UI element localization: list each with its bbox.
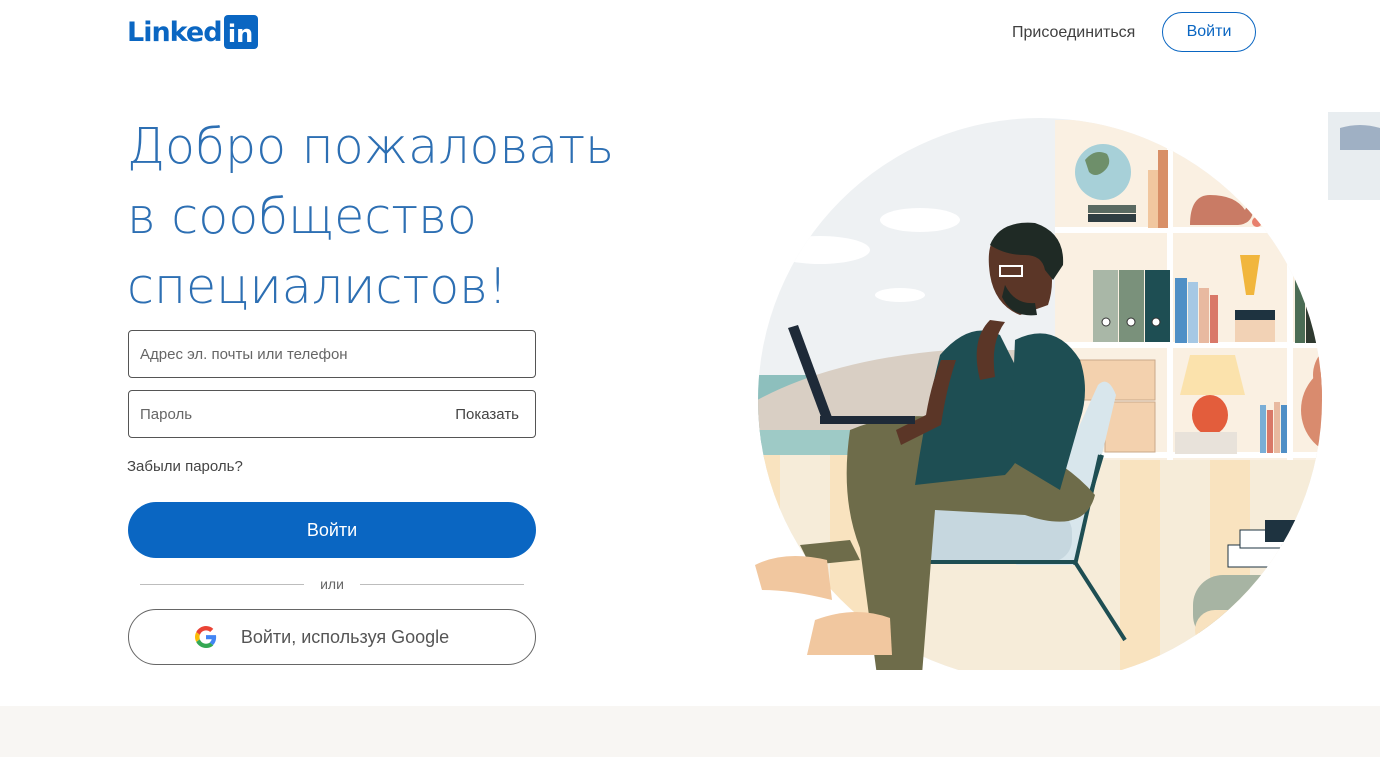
password-input[interactable] xyxy=(129,391,450,437)
signin-button[interactable]: Войти xyxy=(128,502,536,558)
logo-in-box: in xyxy=(223,15,258,49)
header-signin-button[interactable]: Войти xyxy=(1162,12,1256,52)
footer-band xyxy=(0,706,1380,757)
email-field[interactable] xyxy=(128,330,536,378)
divider-line-left xyxy=(140,583,305,585)
welcome-headline: Добро пожаловать в сообщество специалист… xyxy=(127,118,615,315)
hero-illustration xyxy=(755,112,1380,670)
google-signin-button[interactable]: Войти, используя Google xyxy=(128,609,536,665)
or-divider: или xyxy=(140,575,524,593)
show-password-button[interactable]: Показать xyxy=(449,405,535,424)
divider-line-right xyxy=(359,583,524,585)
email-input[interactable] xyxy=(129,331,535,377)
logo-wordmark: Linked xyxy=(127,16,223,48)
google-signin-label: Войти, используя Google xyxy=(240,626,450,647)
or-label: или xyxy=(320,576,344,592)
google-icon xyxy=(194,626,216,648)
join-link[interactable]: Присоединиться xyxy=(1012,23,1135,43)
password-field[interactable]: Показать xyxy=(128,390,536,438)
forgot-password-link[interactable]: Забыли пароль? xyxy=(127,458,243,476)
linkedin-logo[interactable]: Linked in xyxy=(127,15,258,49)
